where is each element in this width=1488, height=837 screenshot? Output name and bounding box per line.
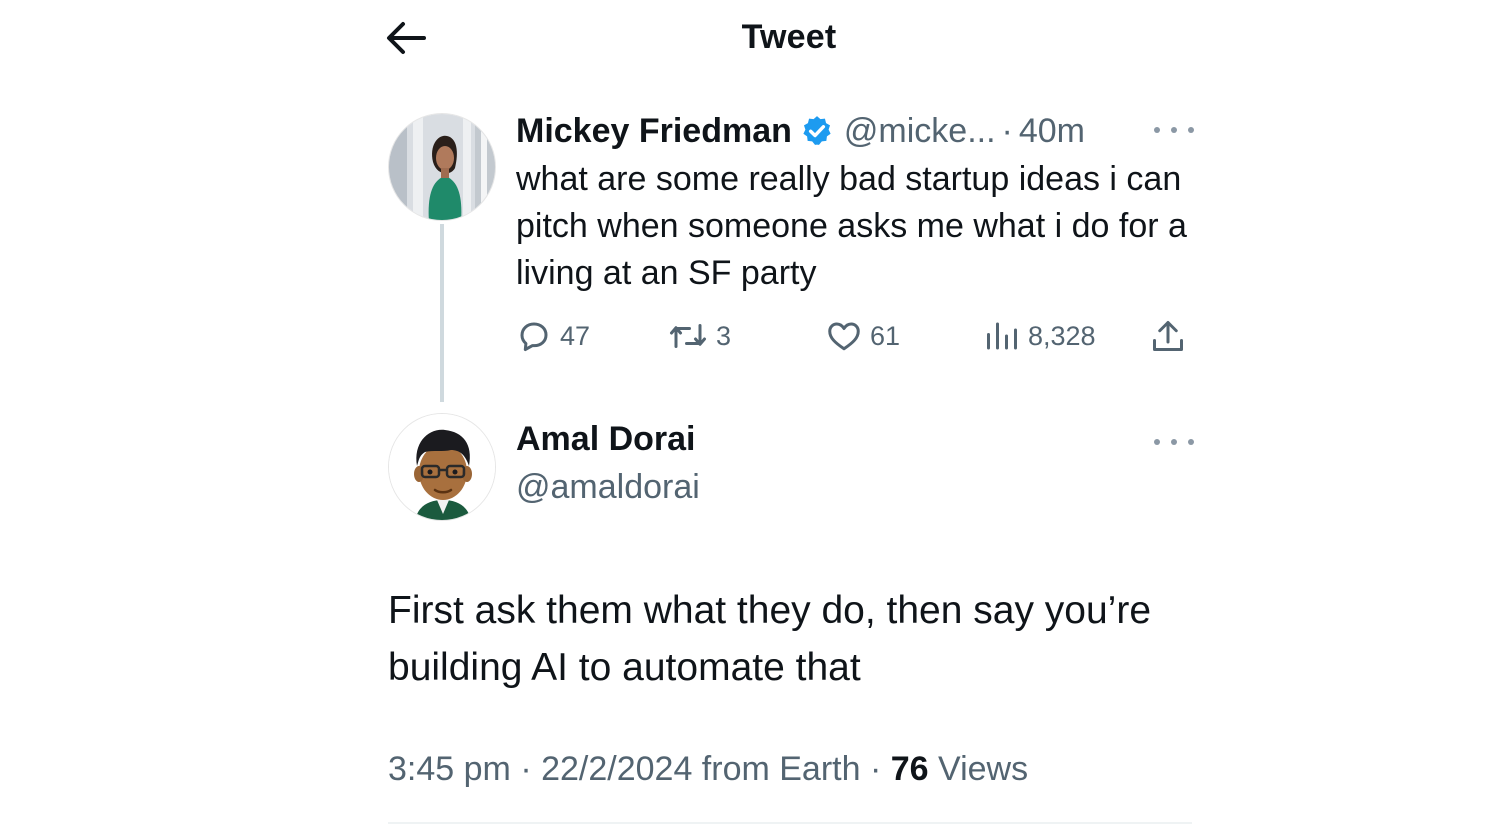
analytics-bars-icon: [987, 322, 1017, 350]
retweet-icon: [670, 324, 706, 348]
original-tweet-text: what are some really bad startup ideas i…: [516, 160, 1187, 292]
meta-separator: ·: [869, 750, 882, 788]
author-handle[interactable]: @micke...: [844, 112, 996, 151]
views-button[interactable]: 8,328: [984, 316, 1096, 356]
original-tweet-header: Mickey Friedman @micke... · 40m: [516, 108, 1085, 154]
reply-author-handle[interactable]: @amaldorai: [516, 468, 700, 507]
avatar-amal-dorai[interactable]: [388, 413, 496, 521]
thread-line: [440, 224, 444, 402]
reply-count: 47: [560, 320, 591, 351]
reply-button[interactable]: 47: [516, 316, 590, 356]
more-dot-icon: [1154, 439, 1160, 445]
page-title: Tweet: [741, 18, 837, 56]
more-dot-icon: [1188, 439, 1194, 445]
reply-meta-row: 3:45 pm · 22/2/2024 from Earth · 76 View…: [388, 750, 1028, 789]
tweet-action-bar: 47 3 61 8,328: [516, 316, 1196, 356]
more-options-button[interactable]: [1154, 120, 1194, 140]
reply-views-label: Views: [938, 750, 1029, 788]
divider: [388, 822, 1192, 824]
meta-separator: ·: [520, 750, 532, 788]
view-count: 8,328: [1028, 320, 1096, 351]
reply-views-count[interactable]: 76: [891, 750, 929, 788]
more-dot-icon: [1171, 439, 1177, 445]
reply-author-name[interactable]: Amal Dorai: [516, 420, 696, 459]
more-dot-icon: [1188, 127, 1194, 133]
more-dot-icon: [1171, 127, 1177, 133]
share-upload-icon: [1153, 321, 1183, 351]
share-button[interactable]: [1150, 316, 1186, 356]
reply-icon: [520, 322, 548, 351]
retweet-button[interactable]: 3: [668, 316, 731, 356]
reply-date[interactable]: 22/2/2024 from Earth: [541, 750, 860, 788]
retweet-count: 3: [716, 320, 732, 351]
reply-time[interactable]: 3:45 pm: [388, 750, 511, 788]
separator-dot: ·: [1001, 111, 1013, 150]
verified-badge-icon: [800, 114, 834, 148]
tweet-time-ago[interactable]: 40m: [1019, 112, 1085, 151]
more-dot-icon: [1154, 127, 1160, 133]
reply-more-options-button[interactable]: [1154, 432, 1194, 452]
header-bar: Tweet: [0, 0, 1488, 80]
author-name[interactable]: Mickey Friedman: [516, 112, 792, 151]
heart-icon: [828, 322, 860, 351]
reply-tweet-text: First ask them what they do, then say yo…: [388, 589, 1152, 689]
like-count: 61: [870, 320, 901, 351]
avatar-mickey-friedman[interactable]: [388, 113, 496, 221]
like-button[interactable]: 61: [826, 316, 900, 356]
